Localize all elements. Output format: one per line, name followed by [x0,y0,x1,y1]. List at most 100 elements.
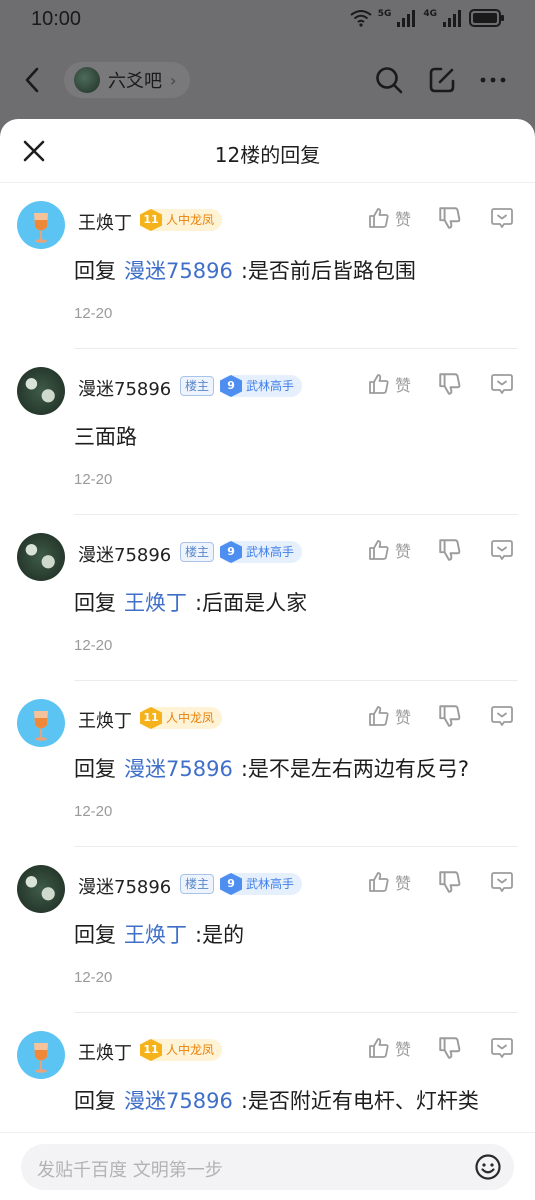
avatar[interactable] [17,201,65,249]
thumbs-up-icon [369,872,389,892]
wine-glass-avatar [34,1043,48,1073]
reply-date: 12-20 [74,471,113,488]
search-icon[interactable] [374,65,404,95]
host-badge: 楼主 [180,542,215,562]
user-badges: 11 人中龙凤 [140,1039,223,1061]
level-number: 11 [140,209,162,231]
sheet-title: 12楼的回复 [214,143,321,167]
reply-item[interactable]: 王焕丁 11 人中龙凤 赞 回复 漫迷75896:是否前后皆路包围 12-20 [0,183,535,349]
reply-target-link[interactable]: 漫迷75896 [124,259,233,283]
thumbs-down-icon[interactable] [437,703,463,729]
username[interactable]: 王焕丁 [78,1039,132,1065]
reply-body: 回复 王焕丁:后面是人家 [74,587,307,617]
like-label: 赞 [394,542,411,561]
thumbs-down-icon[interactable] [437,205,463,231]
reply-body: 三面路 [74,421,137,451]
more-options-icon[interactable] [489,537,515,563]
like-button[interactable]: 赞 [367,206,411,230]
comment-input[interactable]: 发贴千百度 文明第一步 [21,1144,514,1190]
reply-date: 12-20 [74,803,113,820]
like-button[interactable]: 赞 [367,704,411,728]
thumbs-up-icon [369,374,389,394]
thumbs-down-icon[interactable] [437,869,463,895]
emoji-icon[interactable] [474,1153,502,1181]
user-badges: 11 人中龙凤 [140,707,223,729]
reply-target-link[interactable]: 王焕丁 [124,591,187,615]
like-label: 赞 [394,376,411,395]
composer-bar: 发贴千百度 文明第一步 [0,1132,535,1200]
reply-body: 回复 漫迷75896:是否附近有电杆、灯杆类 [74,1085,479,1115]
reply-item[interactable]: 漫迷75896 楼主 9 武林高手 赞 回复 王焕丁:是的 12-20 [0,847,535,1013]
wine-glass-avatar [34,213,48,243]
username[interactable]: 漫迷75896 [78,541,171,567]
avatar[interactable] [17,533,65,581]
reply-prefix: 回复 [74,757,116,781]
reply-actions: 赞 [367,537,515,563]
back-icon[interactable] [20,65,46,95]
level-title: 人中龙凤 [166,213,215,227]
thumbs-down-icon[interactable] [437,371,463,397]
level-title: 武林高手 [246,877,295,891]
username[interactable]: 漫迷75896 [78,873,171,899]
like-button[interactable]: 赞 [367,372,411,396]
avatar[interactable] [17,865,65,913]
like-button[interactable]: 赞 [367,1036,411,1060]
avatar[interactable] [17,699,65,747]
thumbs-down-icon[interactable] [437,537,463,563]
like-button[interactable]: 赞 [367,870,411,894]
signal-5g-label: 5G [377,9,392,19]
reply-actions: 赞 [367,371,515,397]
reply-item[interactable]: 王焕丁 11 人中龙凤 赞 回复 漫迷75896 :是不是左右两边有反弓? 12-20 [0,681,535,847]
signal-5g-icon [397,10,416,27]
avatar[interactable] [17,1031,65,1079]
reply-prefix: 回复 [74,591,116,615]
username[interactable]: 漫迷75896 [78,375,171,401]
top-nav: 六爻吧 › [0,55,535,107]
reply-prefix: 回复 [74,259,116,283]
level-badge: 11 人中龙凤 [140,209,223,231]
level-badge: 9 武林高手 [220,873,303,895]
edit-icon[interactable] [427,65,457,95]
status-bar: 10:00 5G 4G [0,0,535,40]
reply-text: :是不是左右两边有反弓? [240,757,470,781]
username[interactable]: 王焕丁 [78,209,132,235]
sheet-header: 12楼的回复 [0,119,535,183]
reply-actions: 赞 [367,205,515,231]
level-title: 武林高手 [246,545,295,559]
reply-target-link[interactable]: 漫迷75896 [124,1089,233,1113]
username[interactable]: 王焕丁 [78,707,132,733]
reply-target-link[interactable]: 漫迷75896 [124,757,233,781]
reply-item[interactable]: 漫迷75896 楼主 9 武林高手 赞 三面路 12-20 [0,349,535,515]
host-badge: 楼主 [180,874,215,894]
level-badge: 11 人中龙凤 [140,707,223,729]
reply-sheet: 12楼的回复 王焕丁 11 人中龙凤 赞 回复 漫迷75896:是否前后皆路包围 1… [0,119,535,1200]
thumbs-up-icon [369,706,389,726]
more-options-icon[interactable] [489,869,515,895]
like-label: 赞 [394,874,411,893]
reply-text: :是否前后皆路包围 [240,259,416,283]
wine-glass-avatar [34,711,48,741]
reply-date: 12-20 [74,969,113,986]
more-options-icon[interactable] [489,703,515,729]
like-button[interactable]: 赞 [367,538,411,562]
forum-chip[interactable]: 六爻吧 › [64,62,191,98]
reply-item[interactable]: 漫迷75896 楼主 9 武林高手 赞 回复 王焕丁:后面是人家 12-20 [0,515,535,681]
level-title: 人中龙凤 [166,711,215,725]
more-options-icon[interactable] [489,205,515,231]
level-badge: 11 人中龙凤 [140,1039,223,1061]
more-icon[interactable] [478,65,508,95]
thumbs-up-icon [369,540,389,560]
level-number: 9 [220,375,243,397]
more-options-icon[interactable] [489,1035,515,1061]
reply-prefix: 回复 [74,1089,116,1113]
signal-4g-label: 4G [423,9,437,19]
avatar[interactable] [17,367,65,415]
more-options-icon[interactable] [489,371,515,397]
forum-name: 六爻吧 [108,71,162,92]
reply-target-link[interactable]: 王焕丁 [124,923,187,947]
reply-text: 三面路 [74,425,137,449]
level-title: 武林高手 [246,379,295,393]
battery-icon [469,9,504,27]
thumbs-down-icon[interactable] [437,1035,463,1061]
comment-placeholder: 发贴千百度 文明第一步 [37,1160,223,1181]
